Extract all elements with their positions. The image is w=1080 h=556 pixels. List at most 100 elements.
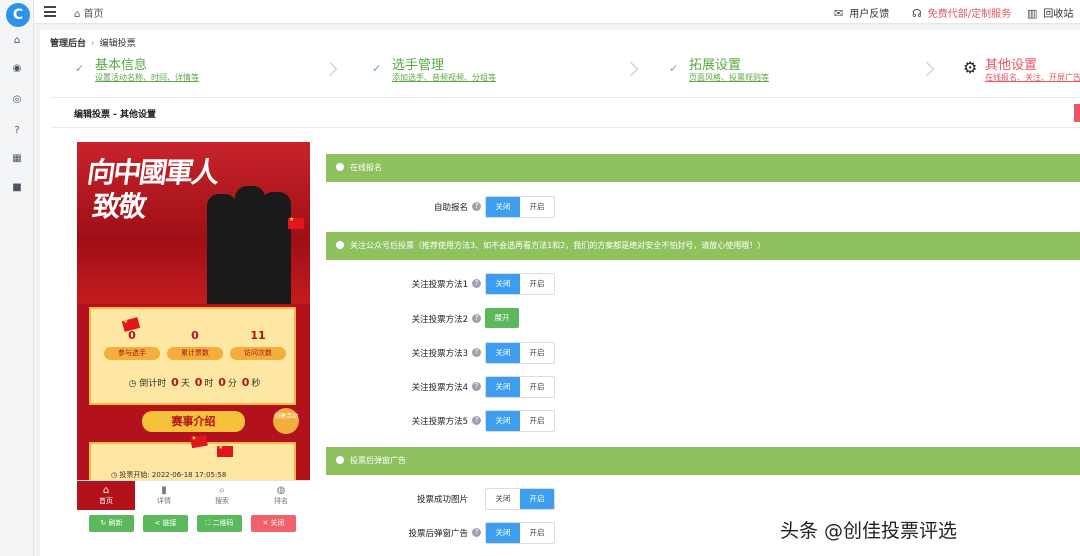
group-follow-vote: 关注公众号后投票（推荐使用方法3、如不会选再看方法1和2，我们的方案都是绝对安全… (326, 232, 1080, 260)
step-subtitle[interactable]: 在线报名、关注、开屏广告... (985, 72, 1080, 83)
share-icon: < (154, 519, 161, 527)
countdown-days-unit: 天 (180, 379, 190, 389)
refresh-button[interactable]: ↻ 刷新 (89, 515, 134, 532)
setting-label: 投票后弹窗广告 (408, 529, 468, 539)
user-icon[interactable]: ◎ (9, 93, 25, 107)
toggle-off[interactable]: 关闭 (486, 197, 520, 217)
bullet-icon (336, 163, 344, 171)
banner-line2: 致敬 (90, 190, 148, 223)
banner-line1: 向中國軍人 (85, 156, 220, 189)
qrcode-label: 二维码 (212, 519, 234, 527)
stat-value: 0 (191, 329, 199, 342)
refresh-label: 刷新 (108, 519, 123, 527)
toggle-on[interactable]: 开启 (520, 377, 554, 397)
home-label: 首页 (83, 9, 104, 20)
home-link[interactable]: ⌂ 首页 (74, 5, 104, 20)
trash-icon: ▥ (1027, 7, 1038, 20)
menu-toggle-icon[interactable] (44, 6, 56, 17)
bullet-icon (336, 456, 344, 464)
recycle-bin-label: 回收站 (1043, 9, 1074, 20)
flag-icon (190, 434, 208, 449)
step-subtitle[interactable]: 页面风格、投票规则等 (689, 72, 769, 83)
setting-label: 关注投票方法4 (411, 383, 468, 393)
box-icon[interactable]: ◉ (9, 62, 25, 76)
soldier-silhouette (207, 194, 237, 304)
toggle-off[interactable]: 关闭 (486, 489, 520, 509)
countdown-hours-unit: 时 (204, 379, 214, 389)
mobile-preview: 向中國軍人致敬 0参与选手 0累计票数 11访问次数 ◷ 倒计时 0天 0时 0… (77, 142, 310, 537)
check-icon: ✓ (669, 62, 679, 75)
stats-panel: 0参与选手 0累计票数 11访问次数 ◷ 倒计时 0天 0时 0分 0秒 (89, 307, 296, 405)
step-basic-info[interactable]: ✓ 基本信息 设置活动名称、时间、详情等 (75, 54, 338, 84)
help-icon[interactable]: ? (472, 314, 481, 323)
toggle-switch: 关闭 开启 (485, 376, 555, 398)
toggle-off[interactable]: 关闭 (486, 411, 520, 431)
create-activity-button[interactable]: 创建活动 (273, 408, 299, 434)
home-icon[interactable]: ⌂ (9, 34, 25, 48)
custom-service-label: 免费代部/定制服务 (927, 9, 1012, 20)
step-other-settings[interactable]: ⚙ 其他设置 在线报名、关注、开屏广告... (963, 54, 1080, 84)
toggle-on[interactable]: 开启 (520, 489, 554, 509)
qrcode-button[interactable]: ⛶ 二维码 (197, 515, 242, 532)
toggle-on[interactable]: 开启 (520, 411, 554, 431)
step-contestants[interactable]: ✓ 选手管理 添加选手、音频视频、分组等 (372, 54, 639, 84)
video-icon[interactable]: ■ (9, 181, 25, 195)
toggle-on[interactable]: 开启 (520, 343, 554, 363)
help-icon[interactable]: ? (472, 416, 481, 425)
intro-banner[interactable]: 赛事介绍 (142, 411, 245, 432)
feedback-link[interactable]: ✉ 用户反馈 (834, 5, 889, 20)
close-button[interactable]: ✕ 关闭 (251, 515, 296, 532)
expand-icon: ⛶ (205, 519, 211, 527)
help-icon[interactable]: ? (472, 528, 481, 537)
soldier-silhouette (261, 192, 291, 304)
bar-chart-icon: ▮ (161, 485, 167, 496)
group-title: 投票后弹窗广告 (350, 456, 406, 465)
help-icon[interactable]: ? (472, 279, 481, 288)
nav-search[interactable]: ⌕ 搜索 (193, 481, 251, 511)
toggle-on[interactable]: 开启 (520, 197, 554, 217)
watermark: 头条 @创佳投票评选 (780, 520, 958, 542)
expand-button[interactable]: 展开 (485, 308, 519, 328)
toggle-off[interactable]: 关闭 (486, 377, 520, 397)
help-icon[interactable]: ? (472, 202, 481, 211)
countdown-minutes-unit: 分 (227, 379, 237, 389)
link-button[interactable]: < 链接 (143, 515, 188, 532)
nav-home[interactable]: ⌂ 首页 (77, 481, 135, 511)
bullet-icon (336, 241, 344, 249)
stat-label: 累计票数 (167, 347, 223, 360)
stat-votes: 0 累计票数 (167, 329, 223, 360)
link-label: 链接 (162, 519, 177, 527)
gear-icon: ⚙ (963, 58, 978, 77)
toggle-off[interactable]: 关闭 (486, 274, 520, 294)
toggle-off[interactable]: 关闭 (486, 523, 520, 543)
custom-service-link[interactable]: ☊ 免费代部/定制服务 (912, 5, 1011, 20)
toggle-switch: 关闭 开启 (485, 342, 555, 364)
nav-label: 搜索 (215, 497, 229, 505)
help-icon[interactable]: ? (472, 348, 481, 357)
grid-icon[interactable]: ▦ (9, 152, 25, 166)
app-logo[interactable]: C (6, 3, 30, 27)
recycle-bin-link[interactable]: ▥ 回收站 (1027, 5, 1073, 20)
step-subtitle[interactable]: 添加选手、音频视频、分组等 (392, 72, 496, 83)
banner-title: 向中國軍人 致敬 (80, 156, 220, 224)
toggle-on[interactable]: 开启 (520, 274, 554, 294)
help-icon[interactable]: ? (9, 124, 25, 138)
countdown-minutes: 0 (218, 376, 226, 389)
chevron-right-icon (623, 61, 639, 77)
toggle-off[interactable]: 关闭 (486, 343, 520, 363)
step-title: 基本信息 (95, 58, 148, 73)
chevron-right-icon (919, 61, 935, 77)
step-subtitle[interactable]: 设置活动名称、时间、详情等 (95, 72, 199, 83)
side-tab[interactable] (1074, 104, 1080, 122)
setting-row: 自助报名? 关闭 开启 (326, 196, 726, 218)
step-extended[interactable]: ✓ 拓展设置 页面风格、投票规则等 (669, 54, 935, 84)
nav-ranking[interactable]: ◍ 排名 (252, 481, 310, 511)
toggle-on[interactable]: 开启 (520, 523, 554, 543)
help-icon[interactable]: ? (472, 382, 481, 391)
flag-icon (288, 216, 304, 229)
breadcrumb-root[interactable]: 管理后台 (50, 39, 86, 49)
setting-row: 投票成功图片 关闭 开启 (326, 488, 726, 510)
top-bar: ⌂ 首页 ✉ 用户反馈 ☊ 免费代部/定制服务 ▥ 回收站 (34, 0, 1080, 24)
close-label: 关闭 (270, 519, 285, 527)
nav-detail[interactable]: ▮ 详情 (135, 481, 193, 511)
